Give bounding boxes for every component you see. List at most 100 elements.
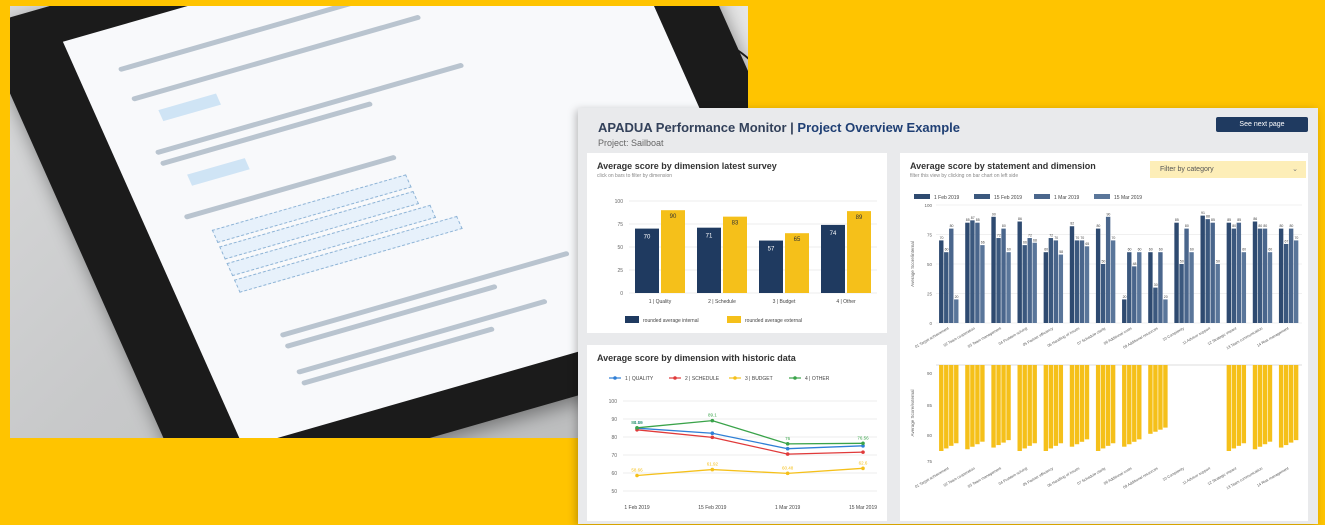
bar[interactable]: [1153, 287, 1158, 323]
bar[interactable]: [1084, 365, 1090, 440]
bar[interactable]: [1158, 365, 1163, 430]
bar[interactable]: [1084, 246, 1090, 323]
bar[interactable]: [1205, 219, 1210, 323]
bar[interactable]: [1132, 266, 1137, 323]
next-page-button[interactable]: See next page: [1216, 117, 1308, 132]
bar[interactable]: [1163, 365, 1168, 428]
bar[interactable]: [1158, 252, 1163, 323]
bar[interactable]: [1148, 252, 1153, 323]
bar[interactable]: [949, 228, 954, 323]
bar[interactable]: [1122, 299, 1127, 323]
bar[interactable]: [996, 238, 1001, 323]
bar[interactable]: [1017, 365, 1022, 451]
bar[interactable]: [1069, 226, 1075, 323]
historic-line-chart[interactable]: 50 60 70 80 90 100 1 Feb 2019 15 Feb 2019 1 Mar …: [587, 345, 887, 521]
bar[interactable]: [1110, 365, 1116, 444]
bar[interactable]: [965, 365, 970, 450]
bar[interactable]: [1127, 252, 1132, 323]
bar[interactable]: [1241, 365, 1247, 444]
bar[interactable]: [980, 365, 985, 442]
bar[interactable]: [1006, 365, 1011, 441]
bar[interactable]: [970, 365, 975, 447]
bar[interactable]: [1001, 228, 1006, 323]
bar[interactable]: [1189, 252, 1194, 323]
bar[interactable]: [1032, 242, 1037, 323]
bar[interactable]: [1053, 240, 1059, 323]
bar[interactable]: [975, 222, 980, 323]
bar[interactable]: [1100, 264, 1106, 323]
bar[interactable]: [944, 252, 949, 323]
bar[interactable]: [1027, 365, 1032, 446]
bar[interactable]: [1262, 228, 1268, 323]
bar[interactable]: [1267, 365, 1273, 442]
bar[interactable]: [954, 299, 959, 323]
bar[interactable]: [954, 365, 959, 444]
bar[interactable]: [847, 211, 871, 293]
bar[interactable]: [1022, 365, 1027, 449]
bar[interactable]: [1241, 252, 1247, 323]
bar[interactable]: [1257, 228, 1263, 323]
bar[interactable]: [1043, 365, 1049, 451]
bar[interactable]: [1293, 365, 1299, 441]
bar[interactable]: [1105, 365, 1111, 446]
bar[interactable]: [1278, 365, 1284, 448]
bar[interactable]: [991, 365, 996, 448]
bar[interactable]: [1288, 228, 1294, 323]
bar[interactable]: [996, 365, 1001, 446]
bar[interactable]: [975, 365, 980, 445]
bar[interactable]: [1252, 221, 1258, 323]
statement-bar-charts[interactable]: Average Score/internal 0 25 50 75 1001 Feb 20…: [900, 153, 1308, 521]
bar[interactable]: [1122, 365, 1127, 447]
bar[interactable]: [1079, 365, 1085, 442]
bar[interactable]: [1137, 365, 1142, 440]
bar[interactable]: [1278, 228, 1284, 323]
bar[interactable]: [944, 365, 949, 449]
bar[interactable]: [1174, 222, 1179, 323]
bar[interactable]: [1231, 228, 1237, 323]
bar[interactable]: [1074, 365, 1080, 445]
bar[interactable]: [1179, 264, 1184, 323]
bar[interactable]: [1257, 365, 1263, 447]
bar[interactable]: [1200, 215, 1205, 323]
bar[interactable]: [1236, 222, 1242, 323]
bar[interactable]: [1236, 365, 1242, 446]
bar[interactable]: [1053, 365, 1059, 446]
bar[interactable]: [1293, 240, 1299, 323]
bar[interactable]: [1262, 365, 1268, 445]
bar[interactable]: [1079, 240, 1085, 323]
bar[interactable]: [1058, 365, 1064, 444]
bar[interactable]: [1032, 365, 1037, 444]
bar[interactable]: [1288, 365, 1294, 443]
bar[interactable]: [991, 216, 996, 323]
dimension-bar-chart[interactable]: 0 25 50 75 100 70 90 1 | Quality 71 83 2 | Schedul…: [587, 153, 887, 333]
bar[interactable]: [1095, 228, 1101, 323]
bar[interactable]: [1058, 254, 1064, 323]
bar[interactable]: [1048, 365, 1054, 449]
bar[interactable]: [1252, 365, 1258, 450]
bar[interactable]: [723, 216, 747, 293]
bar[interactable]: [1017, 221, 1022, 323]
bar[interactable]: [1069, 365, 1075, 447]
bar[interactable]: [1074, 240, 1080, 323]
bar[interactable]: [1283, 365, 1289, 446]
bar[interactable]: [1006, 252, 1011, 323]
bar[interactable]: [1215, 264, 1220, 323]
bar[interactable]: [1043, 252, 1049, 323]
bar[interactable]: [939, 365, 944, 451]
bar[interactable]: [1100, 365, 1106, 449]
bar[interactable]: [1137, 252, 1142, 323]
bar[interactable]: [1226, 365, 1232, 451]
bar[interactable]: [1184, 228, 1189, 323]
bar[interactable]: [1283, 243, 1289, 323]
bar[interactable]: [949, 365, 954, 446]
bar[interactable]: [980, 245, 985, 323]
bar[interactable]: [1148, 365, 1153, 434]
bar[interactable]: [1132, 365, 1137, 442]
bar[interactable]: [1001, 365, 1006, 443]
bar[interactable]: [1105, 216, 1111, 323]
bar[interactable]: [1027, 238, 1032, 323]
bar[interactable]: [970, 220, 975, 323]
bar[interactable]: [1210, 222, 1215, 323]
bar[interactable]: [1127, 365, 1132, 445]
bar[interactable]: [1095, 365, 1101, 451]
